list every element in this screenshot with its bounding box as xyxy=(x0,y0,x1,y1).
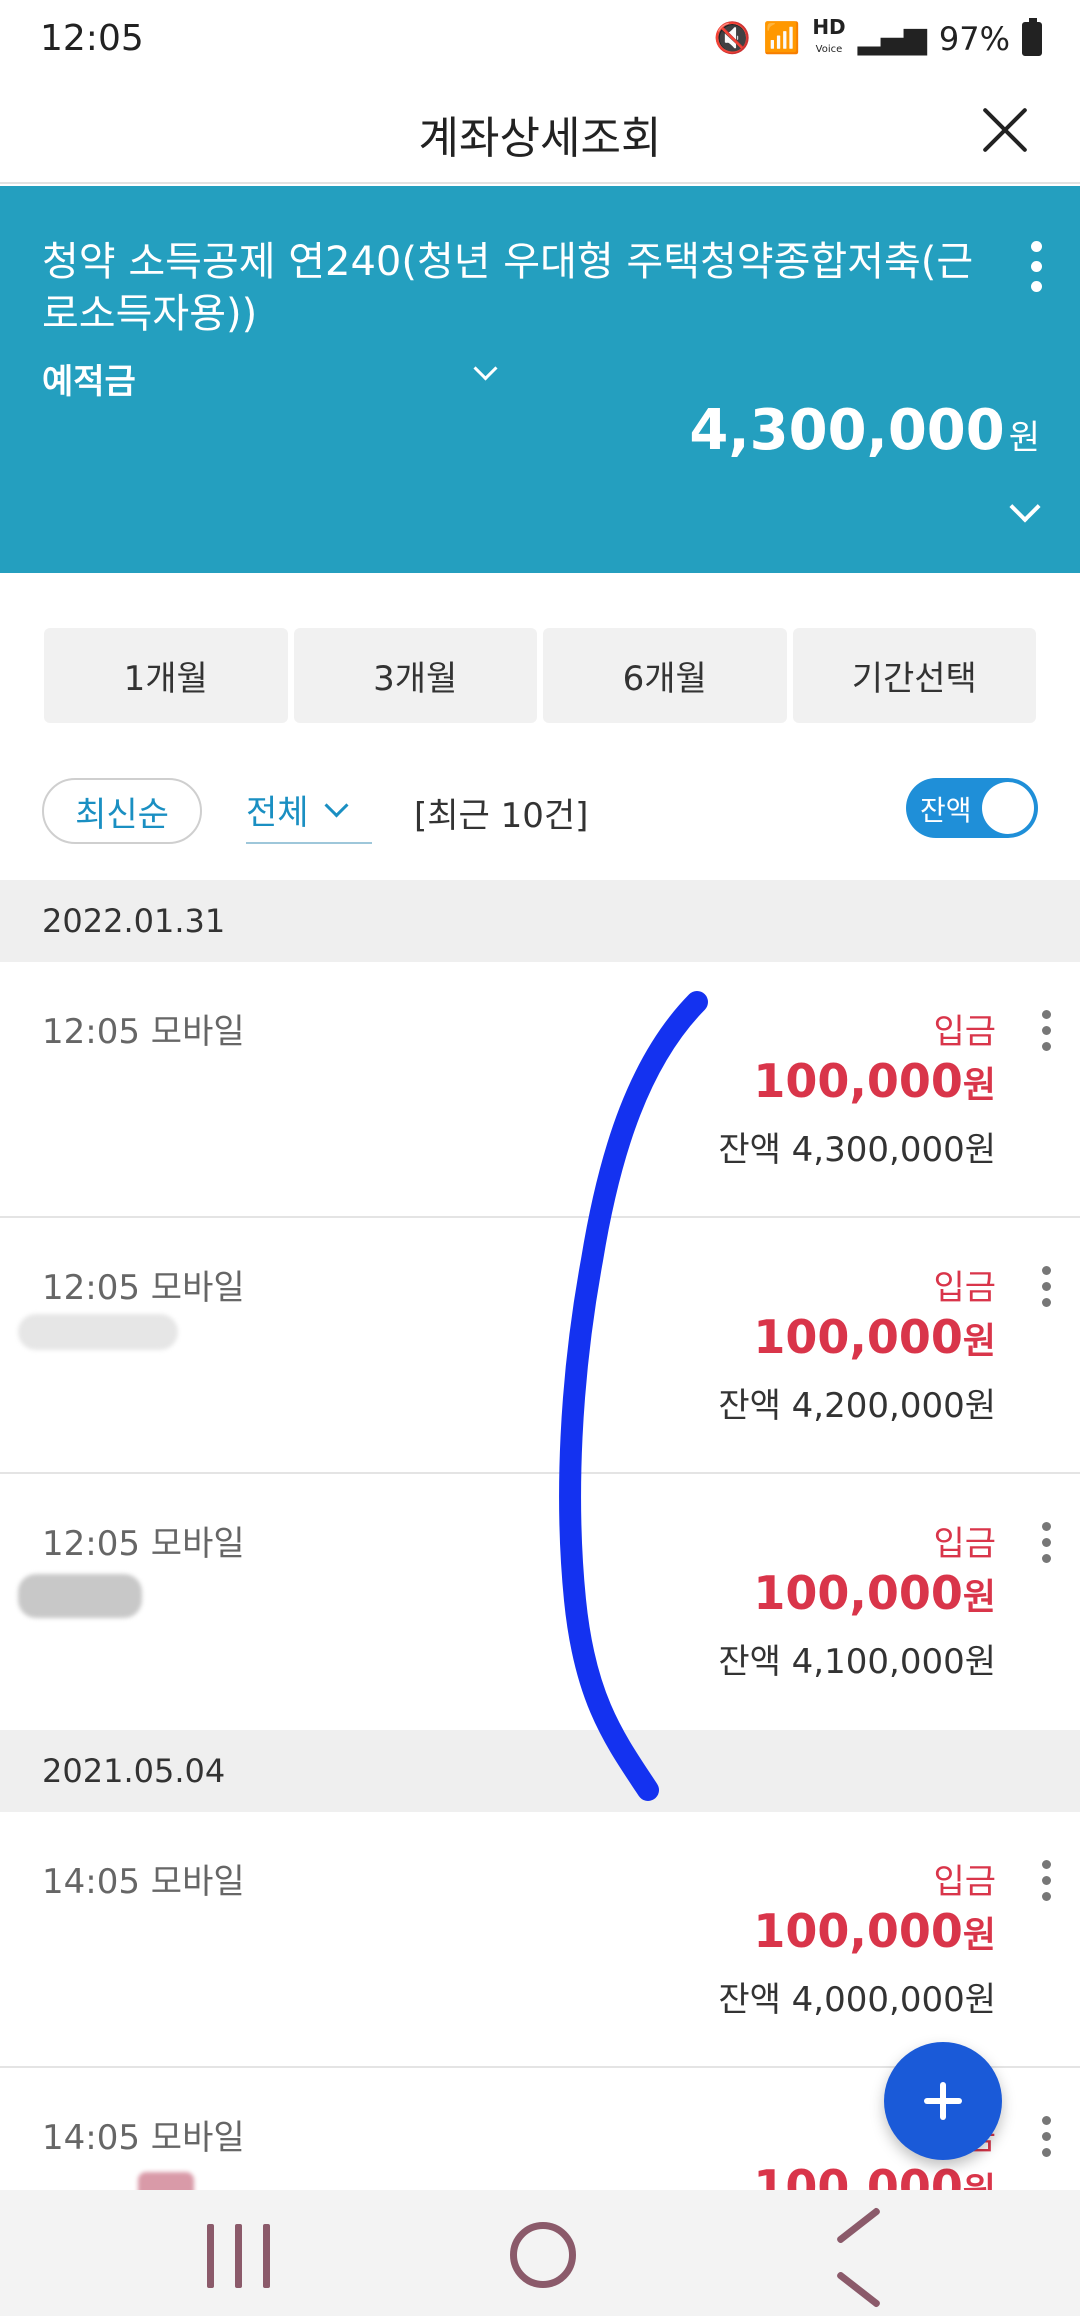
period-6-month-button[interactable]: 6개월 xyxy=(543,628,787,723)
transaction-type: 입금 xyxy=(933,1268,996,1308)
plus-icon[interactable] xyxy=(884,2042,1002,2160)
filter-row: 최신순 전체 [최근 10건] 잔액 xyxy=(0,776,1080,846)
chevron-down-icon[interactable] xyxy=(470,356,500,386)
amount-unit: 원 xyxy=(962,1065,996,1106)
transaction-time: 12:05 모바일 xyxy=(42,1268,245,1308)
account-type: 예적금 xyxy=(42,362,136,402)
transaction-type-select[interactable]: 전체 xyxy=(246,776,372,844)
transaction-balance: 잔액 4,100,000원 xyxy=(718,1642,996,1682)
date-header: 2021.05.04 xyxy=(0,1730,1080,1812)
system-nav-bar xyxy=(0,2190,1080,2316)
recent-apps-icon[interactable] xyxy=(205,2224,275,2288)
amount-value: 100,000 xyxy=(753,1310,963,1364)
battery-icon xyxy=(1022,17,1042,56)
period-1-month-button[interactable]: 1개월 xyxy=(44,628,288,723)
voice-label: Voice xyxy=(815,44,843,55)
amount-value: 100,000 xyxy=(753,1054,963,1108)
recent-count-label: [최근 10건] xyxy=(414,796,589,836)
redacted-memo xyxy=(18,1314,178,1350)
home-icon[interactable] xyxy=(510,2222,576,2288)
transaction-amount: 100,000원 xyxy=(753,1310,996,1364)
account-balance: 4,300,000 원 xyxy=(689,398,1040,463)
transaction-row[interactable]: 12:05 모바일 입금 100,000원 잔액 4,100,000원 xyxy=(0,1474,1080,1730)
hd-voice-icon: HD Voice xyxy=(812,15,846,59)
close-icon[interactable] xyxy=(970,94,1040,164)
period-custom-button[interactable]: 기간선택 xyxy=(792,628,1036,723)
transaction-type: 입금 xyxy=(933,1862,996,1902)
amount-value: 100,000 xyxy=(753,1566,963,1620)
balance-toggle-label: 잔액 xyxy=(920,794,972,827)
toggle-knob xyxy=(982,782,1034,834)
transaction-amount: 100,000원 xyxy=(753,1054,996,1108)
balance-unit: 원 xyxy=(1008,418,1040,458)
transaction-type: 입금 xyxy=(933,1012,996,1052)
expand-chevron-icon[interactable] xyxy=(1004,492,1044,532)
redacted-memo xyxy=(18,1574,142,1618)
transaction-row[interactable]: 12:05 모바일 입금 100,000원 잔액 4,200,000원 xyxy=(0,1218,1080,1474)
period-3-month-button[interactable]: 3개월 xyxy=(293,628,537,723)
hd-label: HD xyxy=(812,15,846,39)
date-header: 2022.01.31 xyxy=(0,880,1080,962)
transaction-balance: 잔액 4,200,000원 xyxy=(718,1386,996,1426)
transaction-row[interactable]: 12:05 모바일 입금 100,000원 잔액 4,300,000원 xyxy=(0,962,1080,1218)
type-select-label: 전체 xyxy=(246,792,309,833)
transaction-amount: 100,000원 xyxy=(753,1904,996,1958)
sort-button[interactable]: 최신순 xyxy=(42,778,202,844)
transaction-time: 12:05 모바일 xyxy=(42,1524,245,1564)
amount-unit: 원 xyxy=(962,1577,996,1618)
signal-icon: ▂▄▆ xyxy=(857,20,927,56)
app-header: 계좌상세조회 xyxy=(0,80,1080,184)
account-name: 청약 소득공제 연240(청년 우대형 주택청약종합저축(근로소득자용)) xyxy=(42,239,974,337)
account-card: 청약 소득공제 연240(청년 우대형 주택청약종합저축(근로소득자용)) 예적… xyxy=(0,186,1080,573)
transaction-row[interactable]: 14:05 모바일 입금 100,000원 잔액 4,000,000원 xyxy=(0,1812,1080,2068)
more-vertical-icon[interactable] xyxy=(1028,241,1044,292)
transaction-time: 14:05 모바일 xyxy=(42,2118,245,2158)
transaction-amount: 100,000원 xyxy=(753,1566,996,1620)
balance-value: 4,300,000 xyxy=(689,398,1005,463)
more-vertical-icon[interactable] xyxy=(1038,1860,1054,1908)
balance-toggle[interactable]: 잔액 xyxy=(906,778,1038,838)
more-vertical-icon[interactable] xyxy=(1038,2116,1054,2164)
more-vertical-icon[interactable] xyxy=(1038,1010,1054,1058)
more-vertical-icon[interactable] xyxy=(1038,1522,1054,1570)
amount-value: 100,000 xyxy=(753,1904,963,1958)
transaction-time: 12:05 모바일 xyxy=(42,1012,245,1052)
amount-unit: 원 xyxy=(962,1915,996,1956)
battery-percent: 97% xyxy=(938,19,1010,58)
period-selector: 1개월 3개월 6개월 기간선택 xyxy=(44,628,1036,723)
transaction-balance: 잔액 4,000,000원 xyxy=(718,1980,996,2020)
chevron-down-icon xyxy=(323,795,351,823)
amount-unit: 원 xyxy=(962,1321,996,1362)
transaction-balance: 잔액 4,300,000원 xyxy=(718,1130,996,1170)
transaction-type: 입금 xyxy=(933,1524,996,1564)
back-icon[interactable] xyxy=(826,2220,886,2292)
more-vertical-icon[interactable] xyxy=(1038,1266,1054,1314)
status-bar: 12:05 🔇 📶 HD Voice ▂▄▆ 97% xyxy=(0,0,1080,80)
mute-icon: 🔇 xyxy=(713,20,751,56)
transaction-time: 14:05 모바일 xyxy=(42,1862,245,1902)
status-icons: 🔇 📶 HD Voice ▂▄▆ 97% xyxy=(713,15,1042,59)
wifi-icon: 📶 xyxy=(762,20,801,56)
status-time: 12:05 xyxy=(40,18,144,59)
page-title: 계좌상세조회 xyxy=(418,113,662,164)
